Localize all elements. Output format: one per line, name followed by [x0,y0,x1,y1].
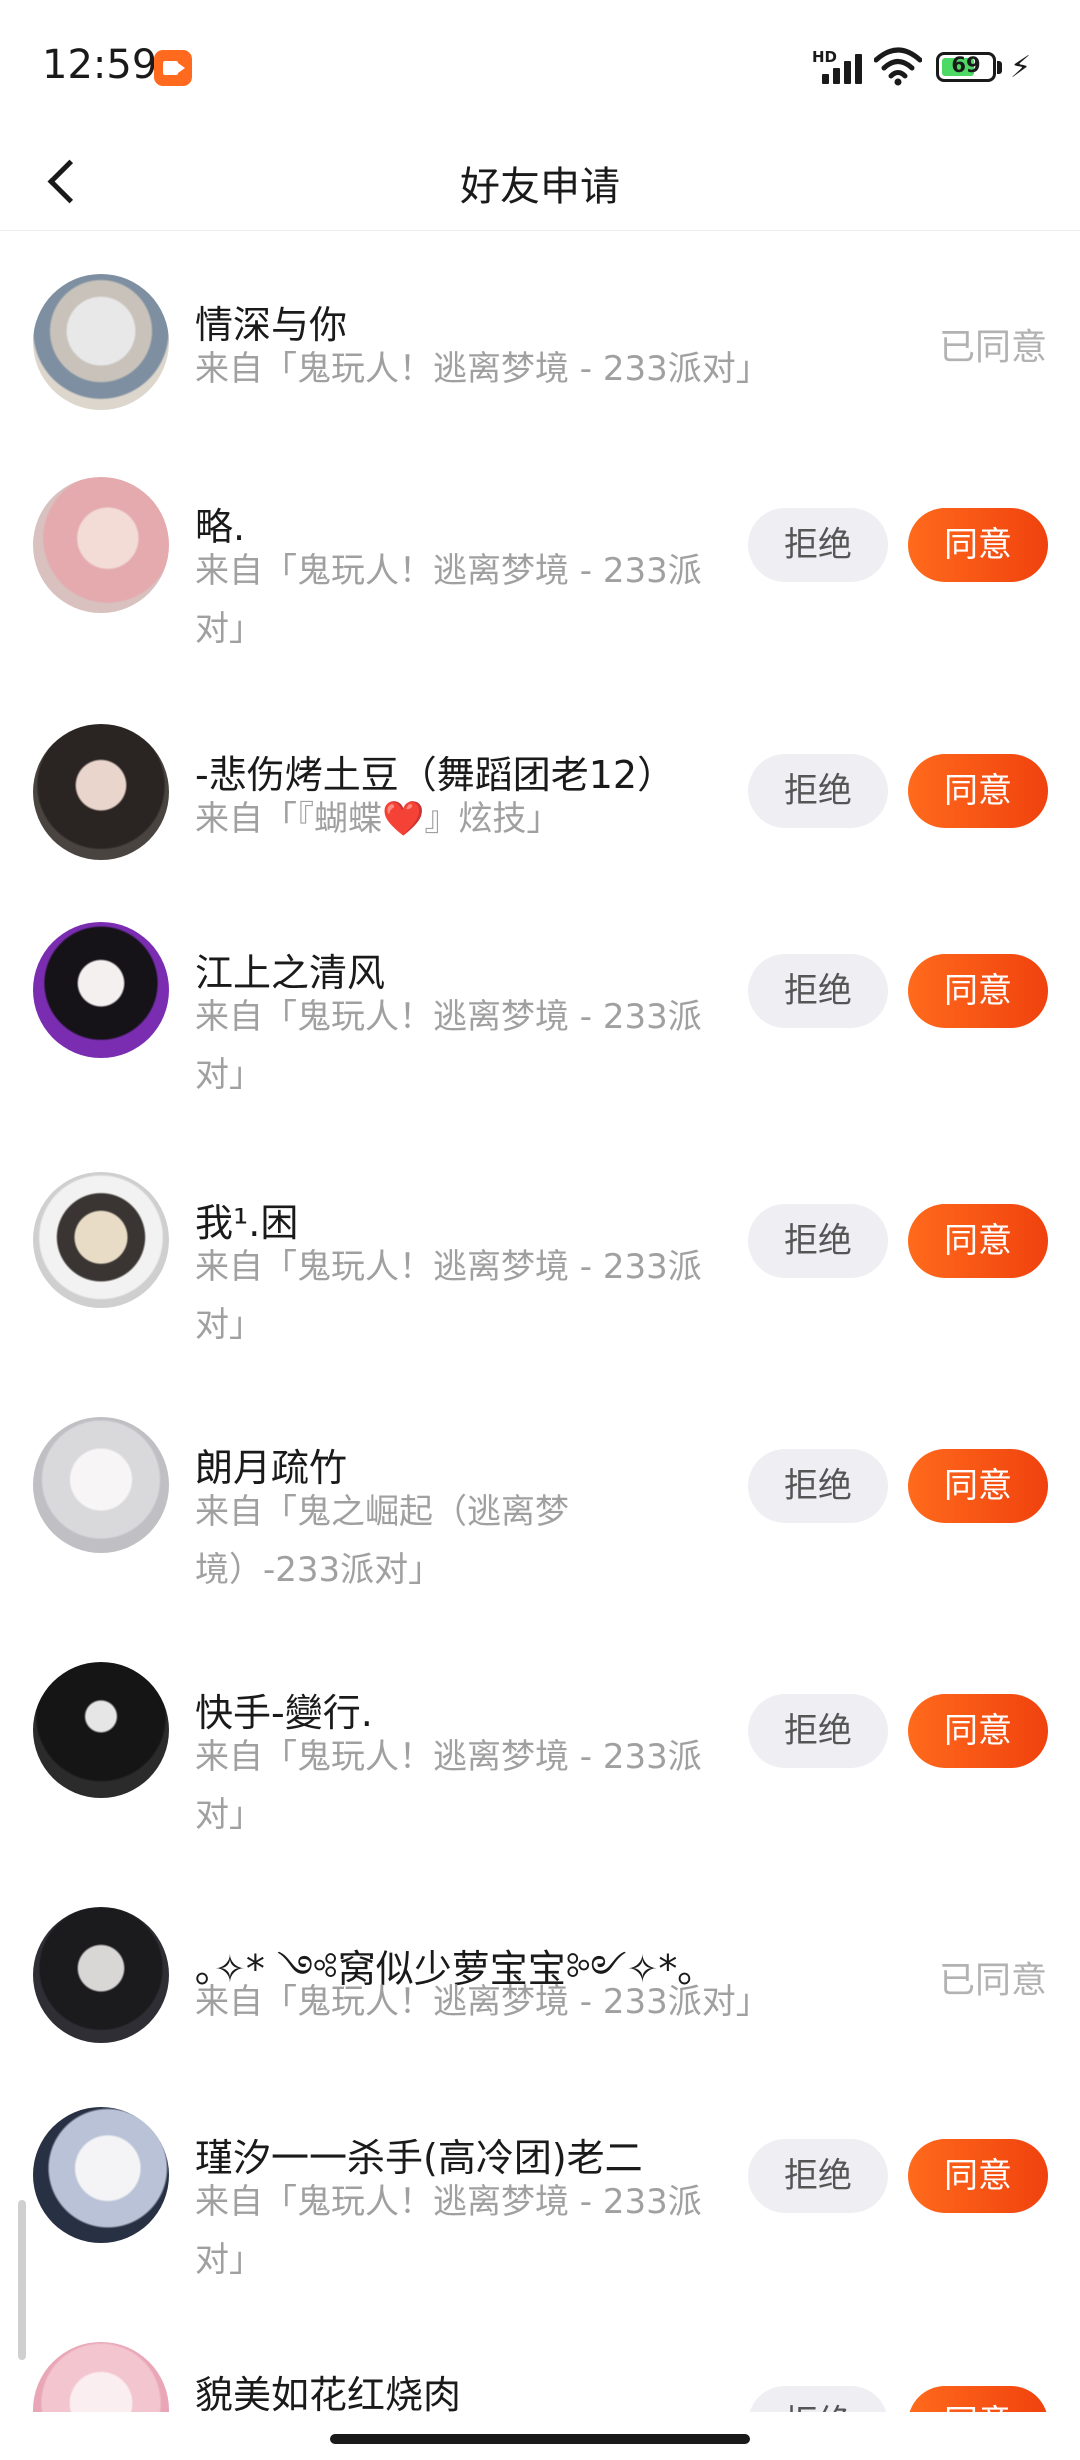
avatar[interactable] [33,1662,169,1798]
home-indicator[interactable] [330,2434,750,2444]
list-item[interactable]: 朗月疏竹 来自「鬼之崛起（逃离梦境）-233派对」 拒绝 同意 [0,1377,1080,1622]
list-item[interactable]: -悲伤烤土豆（舞蹈团老12） 来自「『蝴蝶❤️』炫技」 拒绝 同意 [0,682,1080,882]
request-name: 貌美如花红烧肉 [195,2373,462,2412]
accept-button[interactable]: 同意 [908,1449,1048,1523]
reject-button[interactable]: 拒绝 [748,1694,888,1768]
avatar[interactable] [33,1172,169,1308]
accept-button[interactable]: 同意 [908,1204,1048,1278]
avatar[interactable] [33,724,169,860]
accept-button[interactable]: 同意 [908,508,1048,582]
signal-icon [814,52,864,84]
accept-button[interactable]: 同意 [908,954,1048,1028]
accept-button[interactable]: 同意 [908,1694,1048,1768]
screen-record-icon [154,50,192,86]
avatar[interactable] [33,477,169,613]
avatar[interactable] [33,2107,169,2243]
accept-button[interactable]: 同意 [908,2139,1048,2213]
list-item[interactable]: 瑾汐一一杀手(高冷团)老二 来自「鬼玩人！逃离梦境 - 233派对」 拒绝 同意 [0,2067,1080,2312]
avatar[interactable] [33,1417,169,1553]
avatar[interactable] [33,274,169,410]
list-item[interactable]: 略. 来自「鬼玩人！逃离梦境 - 233派对」 拒绝 同意 [0,432,1080,682]
reject-button[interactable]: 拒绝 [748,2139,888,2213]
avatar[interactable] [33,1907,169,2043]
avatar[interactable] [33,922,169,1058]
status-agreed: 已同意 [938,327,1047,368]
request-source: 来自「鬼玩人！逃离梦境 - 233派对」 [195,551,702,649]
request-source: 来自「鬼玩人！逃离梦境 - 233派对」 [195,349,770,389]
battery-nub [997,61,1002,74]
request-source: 来自「鬼玩人！逃离梦境 - 233派对」 [195,2182,702,2280]
reject-button[interactable]: 拒绝 [748,508,888,582]
reject-button[interactable]: 拒绝 [748,1204,888,1278]
list-item[interactable]: 江上之清风 来自「鬼玩人！逃离梦境 - 233派对」 拒绝 同意 [0,882,1080,1132]
friend-request-list[interactable]: 情深与你 来自「鬼玩人！逃离梦境 - 233派对」 已同意 略. 来自「鬼玩人！… [0,232,1080,2412]
list-item[interactable]: 快手-變行. 来自「鬼玩人！逃离梦境 - 233派对」 拒绝 同意 [0,1622,1080,1867]
battery-icon: 69 [936,52,996,82]
status-time: 12:59 [42,42,158,88]
request-source: 来自「『蝴蝶❤️』炫技」 [195,799,561,839]
page-title: 好友申请 [460,164,620,210]
list-item[interactable]: 我¹.困 来自「鬼玩人！逃离梦境 - 233派对」 拒绝 同意 [0,1132,1080,1377]
request-source: 来自「鬼玩人！逃离梦境 - 233派对」 [195,1247,702,1345]
nav-bar: 好友申请 [0,130,1080,231]
list-item[interactable]: ｡✧* ༺窝似少萝宝宝༻✧*｡ 来自「鬼玩人！逃离梦境 - 233派对」 已同意 [0,1867,1080,2067]
accept-button[interactable]: 同意 [908,2386,1048,2412]
reject-button[interactable]: 拒绝 [748,2386,888,2412]
accept-button[interactable]: 同意 [908,754,1048,828]
charging-icon: ⚡ [1010,50,1032,85]
scrollbar[interactable] [18,2200,26,2360]
reject-button[interactable]: 拒绝 [748,954,888,1028]
request-source: 来自「鬼玩人！逃离梦境 - 233派对」 [195,1737,702,1835]
status-agreed: 已同意 [938,1960,1047,2001]
request-source: 来自「鬼之崛起（逃离梦境）-233派对」 [195,1492,569,1590]
request-source: 来自「鬼玩人！逃离梦境 - 233派对」 [195,1982,770,2022]
list-item[interactable]: 貌美如花红烧肉 拒绝 同意 [0,2312,1080,2412]
list-item[interactable]: 情深与你 来自「鬼玩人！逃离梦境 - 233派对」 已同意 [0,232,1080,432]
reject-button[interactable]: 拒绝 [748,1449,888,1523]
wifi-icon [874,47,922,86]
battery-level: 69 [951,53,981,77]
request-source: 来自「鬼玩人！逃离梦境 - 233派对」 [195,997,702,1095]
status-bar: 12:59 HD 69 ⚡ [0,0,1080,130]
avatar[interactable] [33,2342,169,2412]
reject-button[interactable]: 拒绝 [748,754,888,828]
